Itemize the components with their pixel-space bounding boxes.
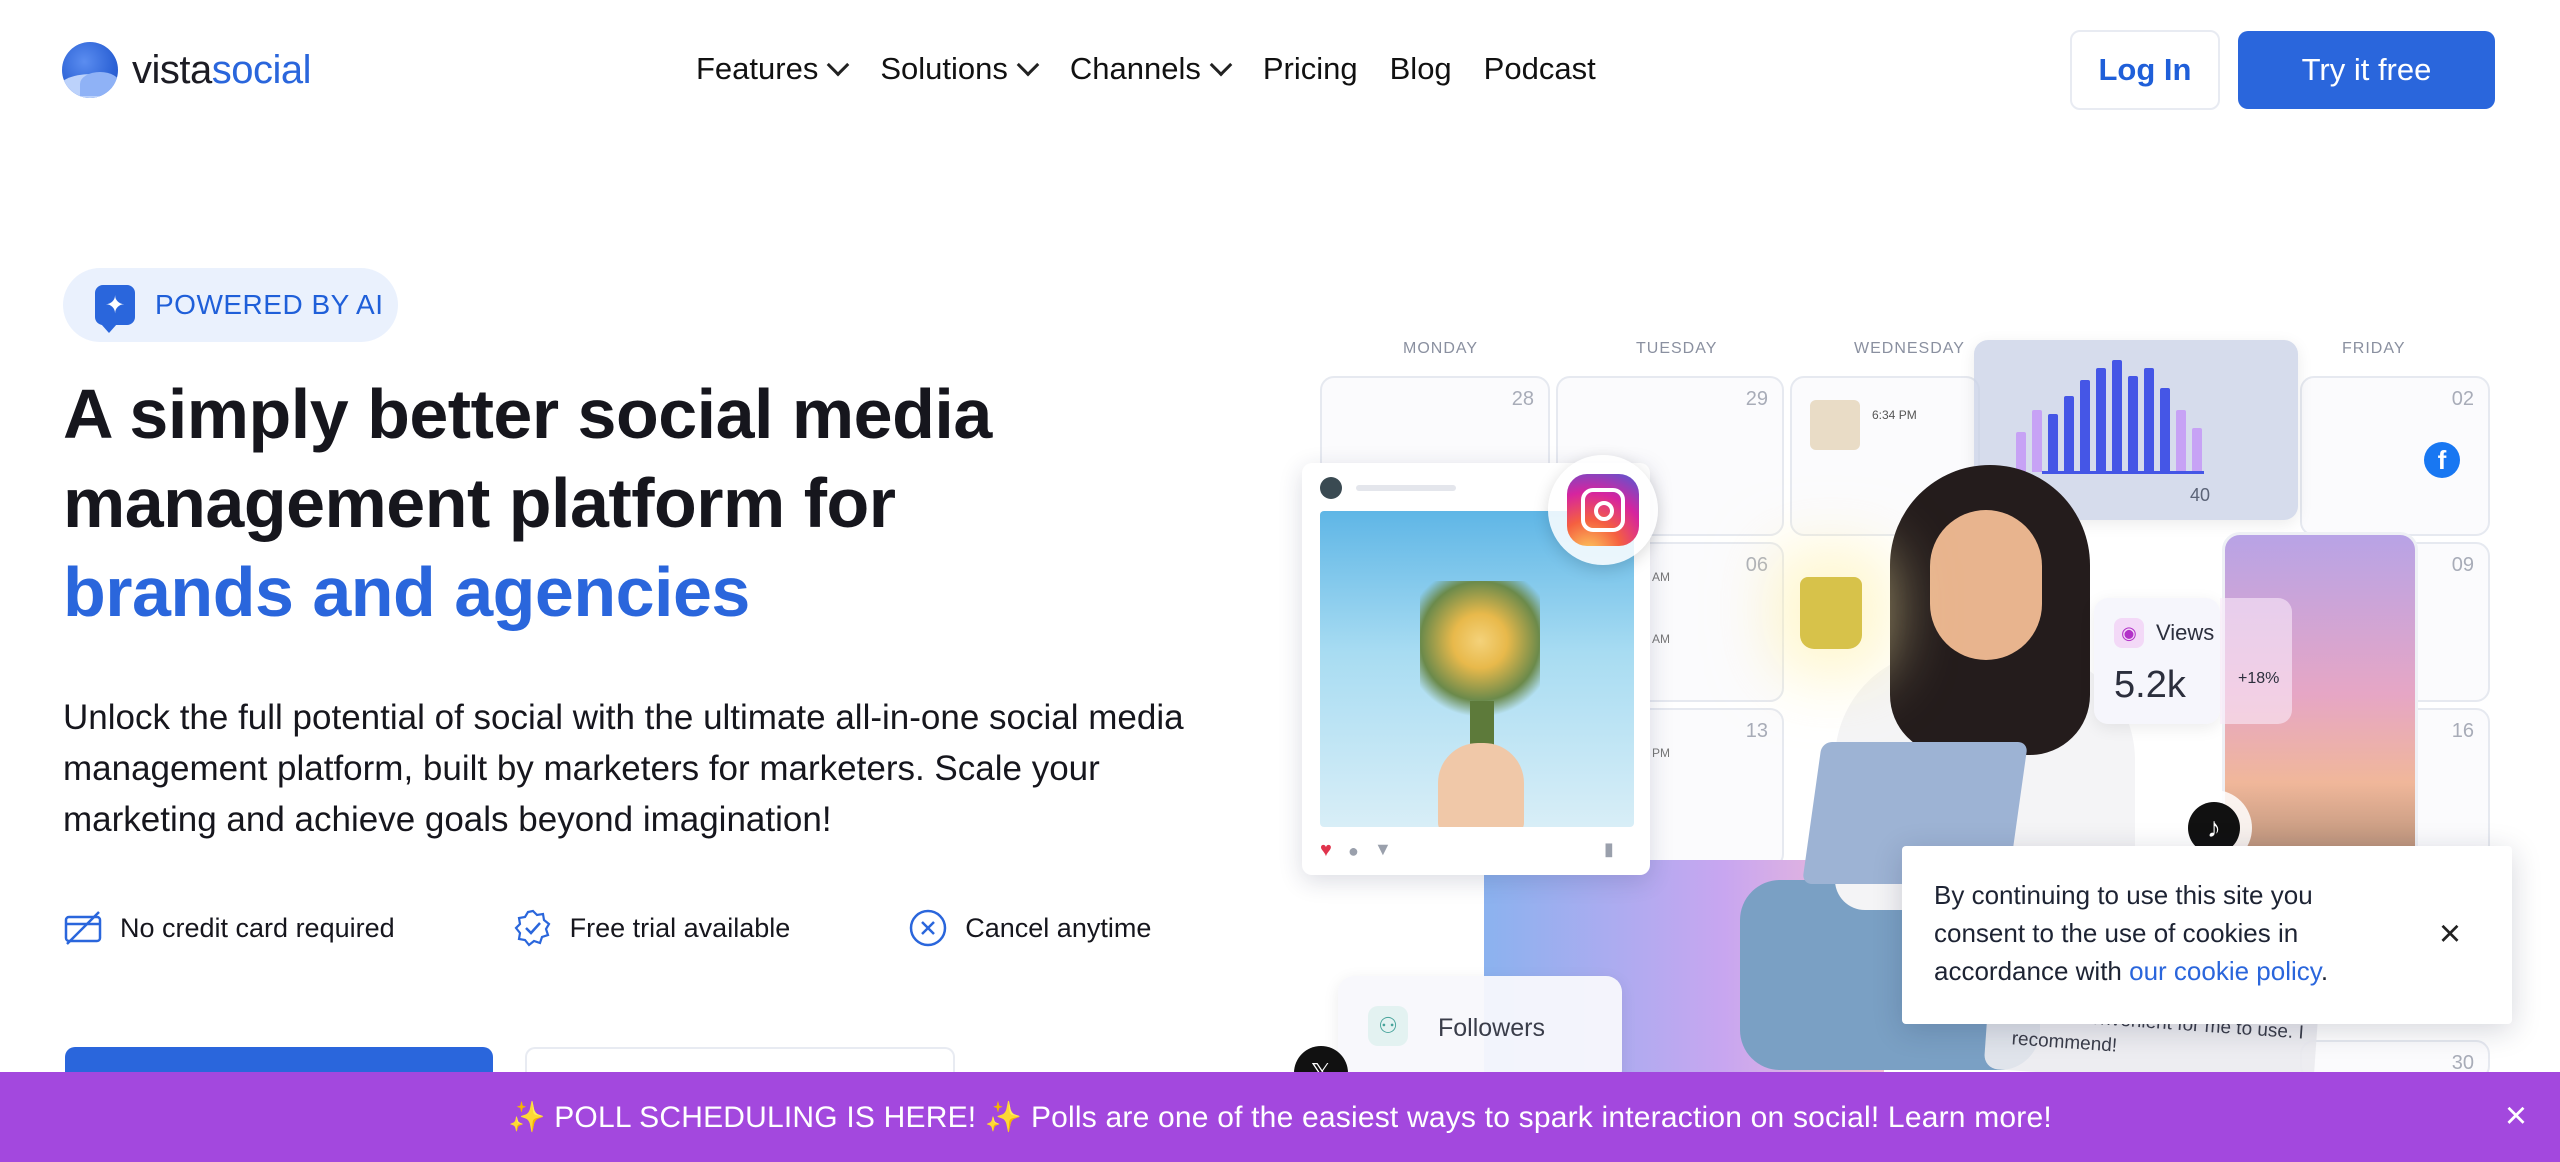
nav-features-label: Features: [696, 51, 819, 86]
nav-features[interactable]: Features: [696, 51, 850, 87]
users-icon: ⚇: [1368, 1006, 1408, 1046]
headline-highlight: brands and agencies: [63, 553, 750, 631]
day-label: FRIDAY: [2342, 340, 2406, 357]
site-header: vistasocial Features Solutions Channels …: [0, 0, 2560, 138]
login-button[interactable]: Log In: [2070, 30, 2220, 110]
chart-range-slider: [2042, 471, 2204, 474]
chart-bar: [2048, 414, 2058, 472]
chart-bar: [2128, 376, 2138, 472]
close-icon[interactable]: ×: [2428, 912, 2472, 956]
followers-stat-card: ⚇ Followers: [1338, 976, 1622, 1086]
chart-bar: [2032, 410, 2042, 472]
no-credit-card-icon: [63, 908, 103, 948]
cancel-circle-icon: [908, 908, 948, 948]
brand-logo[interactable]: vistasocial: [62, 40, 312, 100]
perk-no-credit-card: No credit card required: [63, 908, 395, 948]
verified-badge-icon: [513, 908, 553, 948]
try-free-button[interactable]: Try it free: [2238, 31, 2495, 109]
coffee-mug-image: [1800, 577, 1862, 649]
calendar-date: 13: [1745, 720, 1768, 742]
cookie-policy-link[interactable]: our cookie policy: [2129, 956, 2321, 986]
perk-label: No credit card required: [120, 912, 395, 943]
share-icon: ▼: [1374, 839, 1392, 859]
facebook-icon: f: [2424, 442, 2460, 478]
perk-free-trial: Free trial available: [513, 908, 791, 948]
chart-bar: [2096, 368, 2106, 472]
promo-banner[interactable]: ✨ POLL SCHEDULING IS HERE! ✨ Polls are o…: [0, 1072, 2560, 1162]
hero-subtext: Unlock the full potential of social with…: [63, 698, 1184, 839]
cookie-text: By continuing to use this site you conse…: [1934, 880, 2329, 986]
chevron-down-icon: [827, 53, 850, 77]
views-stat-card: ◉ Views 5.2k: [2094, 598, 2220, 724]
chart-bar: [2160, 388, 2170, 472]
chart-bar: [2176, 410, 2186, 472]
headline-line-1: A simply better social media: [63, 375, 992, 453]
chart-bar: [2080, 380, 2090, 472]
post-time: 6:34 PM: [1872, 408, 1917, 422]
time-label: AM: [1652, 632, 1670, 646]
chart-bar: [2016, 432, 2026, 472]
brand-name: vistasocial: [132, 47, 312, 92]
nav-blog[interactable]: Blog: [1390, 51, 1452, 87]
close-icon[interactable]: ×: [2494, 1094, 2538, 1138]
perk-cancel-anytime: Cancel anytime: [908, 908, 1151, 948]
chevron-down-icon: [1016, 53, 1040, 77]
day-label: TUESDAY: [1636, 340, 1718, 357]
chart-range-max: 40: [2190, 485, 2211, 505]
views-change: +18%: [2238, 670, 2280, 687]
nav-pricing[interactable]: Pricing: [1263, 51, 1358, 87]
chart-bar: [2144, 368, 2154, 472]
cookie-consent-popup: By continuing to use this site you conse…: [1902, 846, 2512, 1024]
chart-bar: [2112, 360, 2122, 472]
nav-solutions[interactable]: Solutions: [880, 51, 1040, 87]
calendar-date: 29: [1745, 388, 1768, 410]
views-value: 5.2k: [2114, 664, 2186, 706]
perks-list: No credit card required Free trial avail…: [63, 905, 1151, 951]
powered-by-ai-badge: ✦ POWERED BY AI: [63, 268, 398, 342]
nav-pricing-label: Pricing: [1262, 51, 1358, 86]
post-author-placeholder: [1356, 485, 1456, 491]
post-thumbnail: [1810, 400, 1860, 450]
headline-line-2: management platform for: [63, 464, 896, 542]
time-label: PM: [1652, 746, 1670, 760]
ai-sparkle-icon: ✦: [95, 285, 135, 333]
nav-solutions-label: Solutions: [880, 51, 1008, 86]
calendar-date: 16: [2451, 720, 2474, 742]
nav-channels-label: Channels: [1069, 51, 1201, 86]
views-label: Views: [2156, 620, 2215, 645]
day-label: MONDAY: [1403, 340, 1479, 357]
calendar-date: 28: [1511, 388, 1534, 410]
instagram-icon: [1548, 455, 1658, 565]
avatar: [1320, 477, 1342, 499]
nav-blog-label: Blog: [1389, 51, 1452, 86]
main-nav: Features Solutions Channels Pricing Blog…: [696, 44, 1628, 94]
calendar-cell: 02: [2300, 376, 2490, 536]
vistasocial-logo-icon: [62, 42, 118, 98]
day-label: WEDNESDAY: [1854, 340, 1965, 357]
followers-label: Followers: [1438, 1014, 1545, 1042]
promo-text[interactable]: ✨ POLL SCHEDULING IS HERE! ✨ Polls are o…: [508, 1100, 2052, 1135]
bookmark-icon: ▮: [1604, 839, 1614, 859]
calendar-date: 02: [2451, 388, 2474, 410]
calendar-date: 09: [2451, 554, 2474, 576]
perk-label: Cancel anytime: [965, 912, 1152, 943]
time-label: AM: [1652, 570, 1670, 584]
chart-bar: [2064, 396, 2074, 472]
nav-podcast[interactable]: Podcast: [1484, 51, 1596, 87]
nav-channels[interactable]: Channels: [1069, 51, 1233, 87]
heart-icon: ♥: [1320, 839, 1332, 861]
eye-icon: ◉: [2114, 618, 2144, 648]
nav-podcast-label: Podcast: [1483, 51, 1596, 86]
chevron-down-icon: [1209, 53, 1233, 77]
calendar-date: 06: [1745, 554, 1768, 576]
perk-label: Free trial available: [569, 912, 791, 943]
hero-headline: A simply better social media management …: [63, 370, 1163, 637]
chart-bar: [2192, 428, 2202, 472]
comment-icon: ●: [1348, 841, 1359, 861]
ai-badge-label: POWERED BY AI: [155, 289, 384, 320]
